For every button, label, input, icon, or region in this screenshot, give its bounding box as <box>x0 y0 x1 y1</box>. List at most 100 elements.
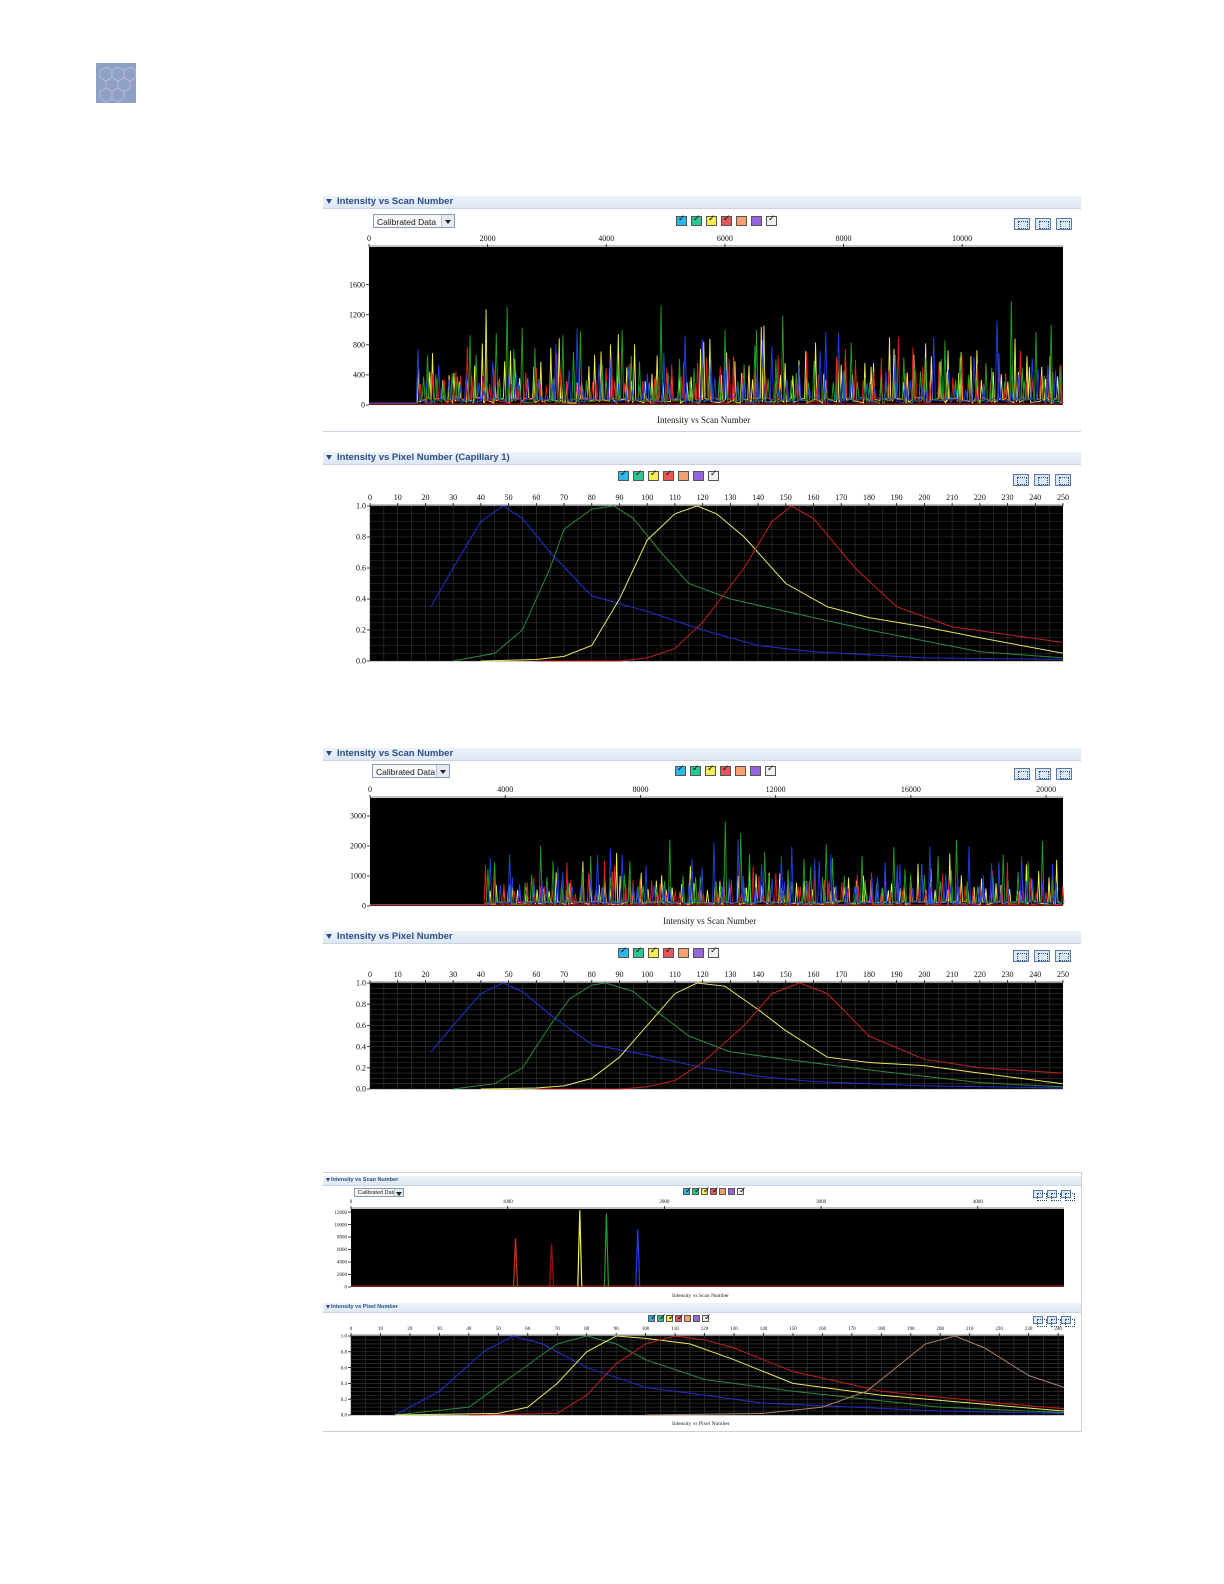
scan-plot[interactable]: 0 2000 4000 6000 8000 10000160012008004000 <box>323 228 1081 408</box>
data-type-dropdown[interactable]: Calibrated Data <box>373 214 455 228</box>
dye-checkbox[interactable] <box>728 1188 735 1195</box>
dye-checkbox[interactable] <box>678 471 689 481</box>
x-tick-label: 230 <box>1002 970 1014 979</box>
chevron-down-icon[interactable] <box>436 765 449 777</box>
x-tick-label: 230 <box>1002 493 1014 502</box>
dropdown-value: Calibrated Data <box>358 1190 397 1196</box>
dye-checkbox[interactable] <box>710 1186 720 1196</box>
chevron-down-icon[interactable] <box>394 1189 403 1196</box>
pixel-section-header[interactable]: Intensity vs Pixel Number <box>323 931 1081 944</box>
x-tick-label: 140 <box>760 1327 768 1332</box>
dye-filter-checkboxes <box>676 214 777 226</box>
dye-checkbox[interactable] <box>684 1315 691 1322</box>
plot-toolbar <box>1033 1316 1075 1327</box>
dye-checkbox[interactable] <box>765 764 776 776</box>
dye-checkbox[interactable] <box>708 469 719 481</box>
dye-checkbox[interactable] <box>750 766 761 776</box>
dye-checkbox[interactable] <box>678 948 689 958</box>
pixel-plot[interactable]: 0 10 20 30 40 50 60 70 80 90 100 110 120 130 140 150 160… <box>323 1325 1081 1417</box>
dye-checkbox[interactable] <box>751 216 762 226</box>
reset-zoom-icon[interactable] <box>1055 474 1071 486</box>
dye-checkbox[interactable] <box>663 946 674 958</box>
scan-section-header[interactable]: Intensity vs Scan Number <box>323 748 1081 761</box>
y-tick-label: 1.0 <box>341 1335 348 1340</box>
x-tick-label: 2000 <box>659 1200 670 1205</box>
scan-plot[interactable]: 0 1000 2000 3000 4000 12000 10000 8000 6000 4000 2… <box>323 1197 1081 1289</box>
dye-checkbox[interactable] <box>708 946 719 958</box>
dye-checkbox[interactable] <box>701 1186 711 1196</box>
dye-checkbox[interactable] <box>693 1315 700 1322</box>
x-tick-label: 70 <box>560 493 568 502</box>
collapse-triangle-icon[interactable] <box>326 934 332 939</box>
dye-checkbox[interactable] <box>633 946 644 958</box>
chevron-down-icon[interactable] <box>441 215 454 227</box>
dye-checkbox[interactable] <box>675 764 686 776</box>
collapse-triangle-icon[interactable] <box>326 455 332 460</box>
zoom-out-icon[interactable] <box>1034 950 1050 962</box>
x-tick-label: 6000 <box>717 234 733 243</box>
collapse-triangle-icon[interactable] <box>326 1305 330 1309</box>
dropdown-value: Calibrated Data <box>376 767 436 777</box>
dye-checkbox[interactable] <box>693 948 704 958</box>
dye-checkbox[interactable] <box>702 1313 712 1323</box>
dye-checkbox[interactable] <box>666 1313 676 1323</box>
dye-checkbox[interactable] <box>648 946 659 958</box>
data-type-dropdown[interactable]: Calibrated Data <box>372 764 450 778</box>
zoom-out-icon[interactable] <box>1034 474 1050 486</box>
collapse-triangle-icon[interactable] <box>326 1178 330 1182</box>
dye-checkbox[interactable] <box>676 214 687 226</box>
plot-toolbar <box>1014 768 1072 780</box>
reset-zoom-icon[interactable] <box>1061 1316 1075 1327</box>
zoom-in-icon[interactable] <box>1014 768 1030 780</box>
reset-zoom-icon[interactable] <box>1056 768 1072 780</box>
zoom-in-icon[interactable] <box>1013 950 1029 962</box>
dye-checkbox[interactable] <box>720 764 731 776</box>
dye-checkbox[interactable] <box>706 214 717 226</box>
dye-checkbox[interactable] <box>675 1313 685 1323</box>
dye-checkbox[interactable] <box>721 214 732 226</box>
x-tick-label: 130 <box>724 493 736 502</box>
pixel-plot[interactable]: 0 10 20 30 40 50 60 70 80 90 100 110 120 130 140 150 160… <box>323 964 1081 1096</box>
dye-checkbox[interactable] <box>683 1186 693 1196</box>
dye-checkbox[interactable] <box>618 946 629 958</box>
scan-plot[interactable]: 0 4000 8000 12000 16000 20000 3000 2000 1000 0 <box>323 782 1081 912</box>
x-tick-label: 2000 <box>480 234 496 243</box>
pixel-section-header[interactable]: Intensity vs Pixel Number <box>323 1303 1081 1313</box>
dye-checkbox[interactable] <box>648 469 659 481</box>
reset-zoom-icon[interactable] <box>1055 950 1071 962</box>
dye-checkbox[interactable] <box>690 764 701 776</box>
dye-checkbox[interactable] <box>657 1313 667 1323</box>
dye-checkbox[interactable] <box>766 214 777 226</box>
zoom-in-icon[interactable] <box>1033 1316 1047 1327</box>
collapse-triangle-icon[interactable] <box>326 199 332 204</box>
dye-checkbox[interactable] <box>705 764 716 776</box>
collapse-triangle-icon[interactable] <box>326 751 332 756</box>
dye-checkbox[interactable] <box>737 1186 747 1196</box>
data-type-dropdown[interactable]: Calibrated Data <box>354 1188 404 1197</box>
dye-checkbox[interactable] <box>663 469 674 481</box>
x-tick-label: 250 <box>1057 493 1069 502</box>
dye-checkbox[interactable] <box>691 214 702 226</box>
pixel-section-header[interactable]: Intensity vs Pixel Number (Capillary 1) <box>323 452 1081 465</box>
dye-checkbox[interactable] <box>633 469 644 481</box>
scan-section-header[interactable]: Intensity vs Scan Number <box>323 196 1081 209</box>
zoom-in-icon[interactable] <box>1013 474 1029 486</box>
dye-checkbox[interactable] <box>693 471 704 481</box>
separator <box>323 431 1081 432</box>
dye-checkbox[interactable] <box>618 469 629 481</box>
dye-checkbox[interactable] <box>648 1313 658 1323</box>
pixel-plot[interactable]: 0 10 20 30 40 50 60 70 80 90 100 110 120 130 140 150 160… <box>323 486 1081 666</box>
zoom-out-icon[interactable] <box>1035 768 1051 780</box>
dye-checkbox[interactable] <box>736 216 747 226</box>
dye-checkbox[interactable] <box>735 766 746 776</box>
scan-section-header[interactable]: Intensity vs Scan Number <box>323 1176 1081 1186</box>
dye-checkbox[interactable] <box>692 1186 702 1196</box>
x-tick-label: 90 <box>615 493 623 502</box>
zoom-out-icon[interactable] <box>1047 1316 1061 1327</box>
x-tick-label: 160 <box>808 970 820 979</box>
screenshot-1: Intensity vs Scan Number Calibrated Data… <box>323 196 1081 676</box>
x-tick-label: 3000 <box>816 1200 827 1205</box>
dye-checkbox[interactable] <box>719 1188 726 1195</box>
x-tick-label: 20 <box>421 493 429 502</box>
x-tick-label: 90 <box>614 1327 620 1332</box>
